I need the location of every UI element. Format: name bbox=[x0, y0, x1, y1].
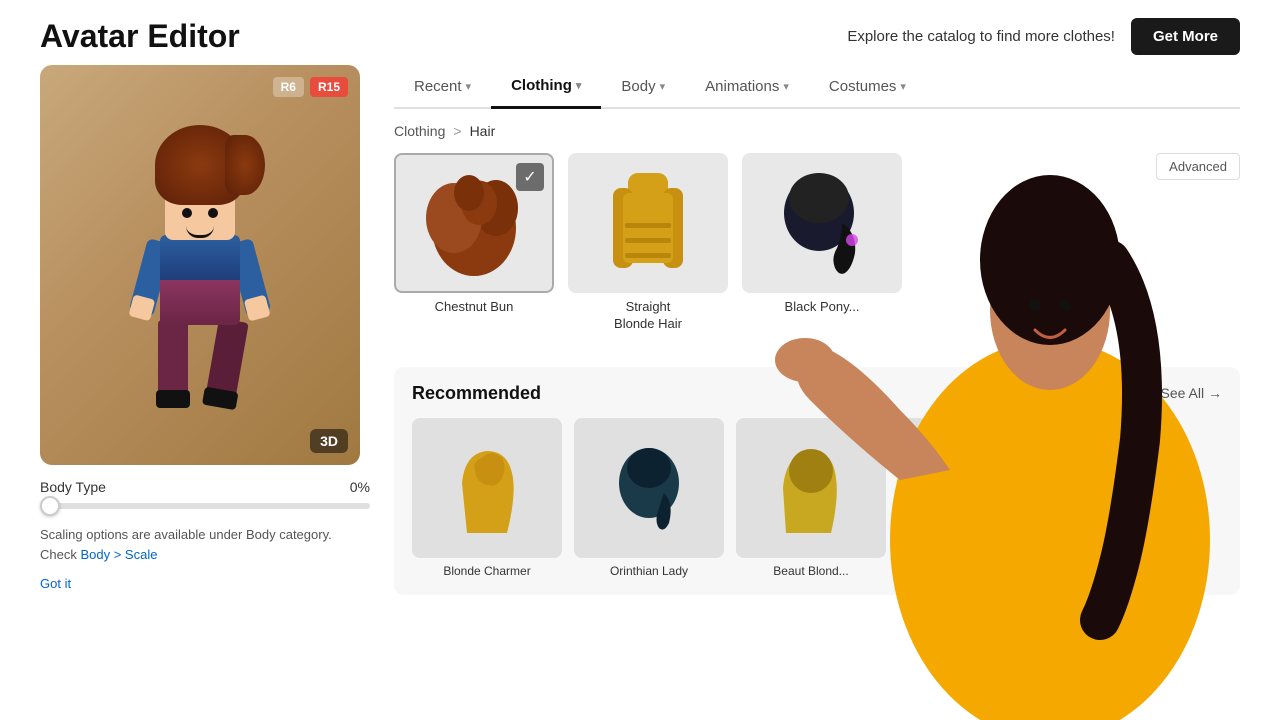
tab-animations[interactable]: Animations ▾ bbox=[685, 65, 809, 107]
content-panel: Recent ▾ Clothing ▾ Body ▾ Animations ▾ … bbox=[394, 65, 1240, 695]
rec-item-img-blonde-charmer bbox=[412, 418, 562, 558]
avatar-leg-left bbox=[158, 320, 188, 400]
rec-item-beauty-blonde[interactable]: Beaut Blond... bbox=[736, 418, 886, 580]
avatar-hand-right bbox=[244, 295, 271, 322]
body-type-percent: 0% bbox=[350, 479, 370, 495]
rec-item-orinthian-lady[interactable]: Orinthian Lady bbox=[574, 418, 724, 580]
hair-item-name-black: Black Pony... bbox=[742, 299, 902, 316]
roblox-character bbox=[120, 135, 280, 415]
body-type-slider-thumb[interactable] bbox=[40, 496, 60, 516]
hair-item-chestnut-bun[interactable]: ✓ Chestnut Bun bbox=[394, 153, 554, 333]
avatar-eye-right bbox=[208, 208, 218, 218]
selected-checkmark: ✓ bbox=[516, 163, 544, 191]
hair-black-svg bbox=[777, 168, 867, 278]
avatar-hand-left bbox=[128, 294, 155, 321]
recommended-title: Recommended bbox=[412, 383, 541, 404]
rec-svg-orinthian bbox=[609, 443, 689, 533]
breadcrumb-parent[interactable]: Clothing bbox=[394, 123, 445, 139]
tab-costumes-chevron: ▾ bbox=[900, 80, 906, 93]
rec-item-name-blonde-charmer: Blonde Charmer bbox=[412, 564, 562, 580]
avatar-eye-left bbox=[182, 208, 192, 218]
explore-text: Explore the catalog to find more clothes… bbox=[847, 28, 1115, 45]
scaling-note: Scaling options are available under Body… bbox=[40, 525, 370, 564]
rec-item-name-orinthian: Orinthian Lady bbox=[574, 564, 724, 580]
hair-item-name-blonde: StraightBlonde Hair bbox=[568, 299, 728, 333]
app-title: Avatar Editor bbox=[40, 18, 240, 55]
hair-item-name-chestnut: Chestnut Bun bbox=[394, 299, 554, 316]
rec-item-img-orinthian bbox=[574, 418, 724, 558]
header-right: Explore the catalog to find more clothes… bbox=[847, 18, 1240, 55]
filter-bar: Advanced bbox=[1156, 153, 1240, 180]
avatar-badges: R6 R15 bbox=[273, 77, 348, 97]
rec-item-rock-star[interactable]: ck Star th Side bbox=[898, 418, 1048, 580]
tabs-bar: Recent ▾ Clothing ▾ Body ▾ Animations ▾ … bbox=[394, 65, 1240, 109]
hair-chestnut-svg bbox=[424, 168, 524, 278]
body-type-slider-track[interactable] bbox=[40, 503, 370, 509]
tab-recent-chevron: ▾ bbox=[466, 80, 472, 93]
rec-items-row: Blonde Charmer Orinthian Lady bbox=[412, 418, 1222, 580]
items-area: ✓ Chestnut Bun bbox=[394, 153, 1240, 357]
rec-svg-rock-star bbox=[933, 443, 1013, 533]
header: Avatar Editor Explore the catalog to fin… bbox=[0, 0, 1280, 65]
breadcrumb: Clothing > Hair bbox=[394, 123, 1240, 139]
body-type-label: Body Type bbox=[40, 479, 106, 495]
hair-item-img-black bbox=[742, 153, 902, 293]
hair-item-img-chestnut: ✓ bbox=[394, 153, 554, 293]
recommended-header: Recommended See All → bbox=[412, 383, 1222, 404]
hair-blonde-svg bbox=[603, 168, 693, 278]
avatar-leg-right bbox=[205, 318, 248, 402]
get-more-button[interactable]: Get More bbox=[1131, 18, 1240, 55]
badge-r6[interactable]: R6 bbox=[273, 77, 304, 97]
avatar-shoe-left bbox=[156, 390, 190, 408]
badge-3d[interactable]: 3D bbox=[310, 429, 348, 453]
tab-body-chevron: ▾ bbox=[660, 80, 666, 93]
rec-item-blonde-charmer[interactable]: Blonde Charmer bbox=[412, 418, 562, 580]
hair-item-img-blonde bbox=[568, 153, 728, 293]
avatar-canvas: R6 R15 bbox=[40, 65, 360, 465]
body-type-row: Body Type 0% bbox=[40, 479, 370, 495]
rec-item-name-beauty: Beaut Blond... bbox=[736, 564, 886, 580]
tab-clothing[interactable]: Clothing ▾ bbox=[491, 65, 601, 109]
tab-animations-chevron: ▾ bbox=[783, 80, 789, 93]
avatar-panel: R6 R15 bbox=[40, 65, 370, 695]
tab-costumes[interactable]: Costumes ▾ bbox=[809, 65, 926, 107]
recommended-section: Recommended See All → Blonde Charmer bbox=[394, 367, 1240, 596]
main-layout: R6 R15 bbox=[0, 65, 1280, 695]
rec-item-img-beauty bbox=[736, 418, 886, 558]
advanced-filter-button[interactable]: Advanced bbox=[1156, 153, 1240, 180]
avatar-shoe-right bbox=[202, 387, 239, 411]
got-it-button[interactable]: Got it bbox=[40, 576, 71, 591]
tab-clothing-chevron: ▾ bbox=[576, 79, 582, 92]
body-scale-link[interactable]: Body > Scale bbox=[80, 547, 157, 562]
body-type-section: Body Type 0% bbox=[40, 479, 370, 509]
see-all-link[interactable]: See All → bbox=[1161, 385, 1222, 401]
rec-svg-blonde-charmer bbox=[447, 443, 527, 533]
avatar-eyes bbox=[182, 208, 218, 218]
breadcrumb-separator: > bbox=[453, 123, 461, 139]
rec-item-img-rock-star bbox=[898, 418, 1048, 558]
avatar-smile bbox=[186, 226, 214, 238]
tab-body[interactable]: Body ▾ bbox=[601, 65, 685, 107]
hair-item-straight-blonde[interactable]: StraightBlonde Hair bbox=[568, 153, 728, 333]
tab-animations-label: Animations bbox=[705, 78, 779, 95]
badge-r15[interactable]: R15 bbox=[310, 77, 348, 97]
items-grid: ✓ Chestnut Bun bbox=[394, 153, 902, 333]
breadcrumb-current: Hair bbox=[470, 123, 496, 139]
rec-item-name-rock-star: ck Star th Side bbox=[898, 564, 1048, 580]
avatar-face bbox=[165, 190, 235, 255]
rec-svg-beauty bbox=[771, 443, 851, 533]
tab-recent[interactable]: Recent ▾ bbox=[394, 65, 491, 107]
hair-item-black-ponytail[interactable]: Black Pony... bbox=[742, 153, 902, 333]
